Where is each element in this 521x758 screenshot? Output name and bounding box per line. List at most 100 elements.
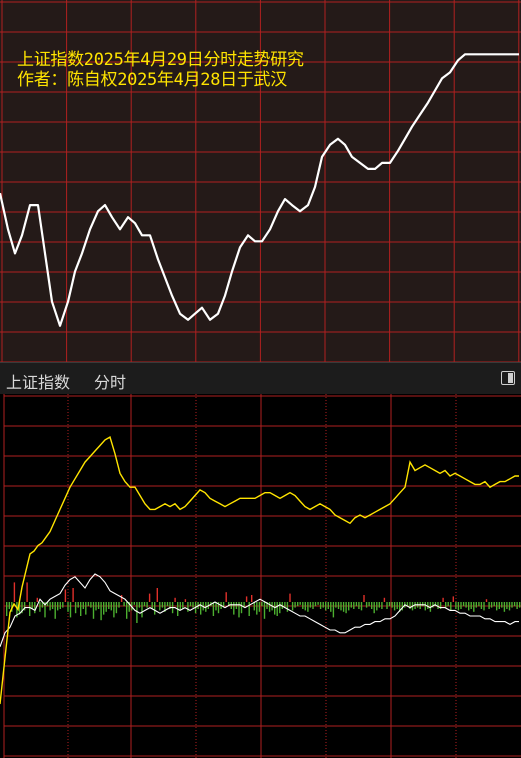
volume-bar	[445, 602, 447, 608]
intraday-header-bar: 上证指数 分时	[0, 362, 521, 395]
volume-bar	[348, 602, 350, 611]
volume-bar	[470, 602, 472, 609]
volume-bar	[386, 602, 388, 609]
volume-bar	[483, 602, 485, 611]
volume-bar	[95, 602, 97, 611]
forecast-chart-panel: 上证指数2025年4月29日分时走势研究 作者：陈自权2025年4月28日于武汉	[0, 0, 521, 362]
volume-bar	[34, 602, 36, 614]
volume-bar	[511, 602, 513, 608]
volume-bar	[335, 602, 337, 608]
volume-bar	[368, 602, 370, 607]
volume-bar	[77, 602, 79, 608]
volume-bar	[376, 602, 378, 611]
volume-bar	[460, 602, 462, 609]
volume-bar	[391, 602, 393, 608]
volume-bar	[516, 602, 518, 609]
volume-bar	[485, 599, 488, 602]
volume-bar	[100, 602, 102, 621]
volume-bar	[276, 602, 278, 616]
volume-bar	[97, 602, 100, 609]
volume-bar	[317, 602, 319, 605]
volume-bar	[393, 602, 396, 611]
volume-bar	[291, 602, 294, 611]
volume-bar	[480, 602, 483, 609]
volume-bar	[13, 582, 16, 602]
volume-bar	[478, 602, 480, 607]
volume-bar	[327, 602, 329, 609]
volume-bar	[274, 602, 276, 615]
volume-bar	[475, 602, 477, 608]
volume-bar	[110, 602, 112, 611]
volume-bar	[457, 602, 460, 611]
volume-bar	[92, 602, 95, 619]
volume-bar	[36, 597, 38, 602]
volume-bar	[314, 602, 317, 607]
volume-bar	[115, 602, 118, 614]
volume-bar	[342, 602, 345, 612]
volume-bar	[166, 602, 169, 607]
chart-mode-label[interactable]: 分时	[94, 369, 126, 393]
volume-bar	[488, 602, 490, 609]
volume-bar	[64, 589, 67, 602]
volume-bar	[424, 602, 426, 611]
volume-bar	[49, 602, 51, 611]
volume-bar	[148, 593, 151, 602]
volume-bar	[373, 602, 375, 614]
volume-bar	[462, 602, 465, 607]
volume-bar	[251, 595, 253, 602]
volume-bar	[258, 602, 261, 612]
volume-bar	[54, 602, 56, 619]
volume-bar	[289, 593, 291, 602]
volume-bar	[450, 602, 452, 611]
volume-bar	[179, 602, 181, 611]
volume-bar	[143, 602, 146, 607]
volume-bar	[279, 602, 281, 614]
volume-bar	[146, 602, 148, 608]
volume-bar	[161, 602, 164, 608]
volume-bar	[233, 602, 235, 615]
volume-bar	[355, 602, 358, 607]
price-line	[0, 436, 519, 705]
volume-bar	[304, 602, 306, 611]
volume-bar	[340, 602, 342, 611]
volume-bar	[312, 602, 314, 609]
volume-bar	[256, 602, 258, 615]
volume-bar	[452, 596, 454, 602]
volume-bar	[57, 602, 59, 611]
volume-bar	[80, 602, 82, 616]
volume-bar	[174, 597, 176, 602]
chart-caption-author: 作者：陈自权2025年4月28日于武汉	[17, 70, 287, 90]
volume-bar	[299, 602, 301, 605]
volume-bar	[85, 602, 87, 615]
volume-bar	[133, 602, 135, 605]
volume-bar	[360, 602, 363, 611]
volume-bar	[319, 602, 322, 609]
volume-bar	[225, 592, 227, 602]
volume-bar	[345, 602, 347, 614]
volume-bar	[365, 602, 368, 608]
volume-bar	[156, 588, 158, 602]
volume-bar	[325, 602, 327, 611]
volume-bar	[286, 602, 289, 612]
volume-bar	[69, 602, 72, 618]
volume-bar	[508, 602, 511, 611]
volume-bar	[51, 602, 54, 609]
volume-bar	[496, 602, 498, 611]
panel-toggle-icon[interactable]	[501, 371, 515, 385]
volume-bar	[263, 602, 266, 619]
volume-bar	[473, 602, 475, 612]
volume-bar	[447, 602, 449, 607]
volume-bar	[350, 602, 352, 608]
volume-bar	[123, 602, 125, 607]
intraday-grid	[3, 394, 521, 758]
volume-bar	[138, 602, 141, 608]
volume-bar	[184, 599, 187, 602]
volume-bar	[503, 602, 506, 612]
volume-bar	[358, 602, 360, 609]
volume-bar	[422, 602, 424, 607]
volume-bar	[105, 602, 107, 612]
volume-bar	[192, 602, 194, 608]
volume-bar	[378, 602, 380, 608]
volume-bar	[248, 602, 250, 616]
volume-bar	[235, 602, 238, 609]
